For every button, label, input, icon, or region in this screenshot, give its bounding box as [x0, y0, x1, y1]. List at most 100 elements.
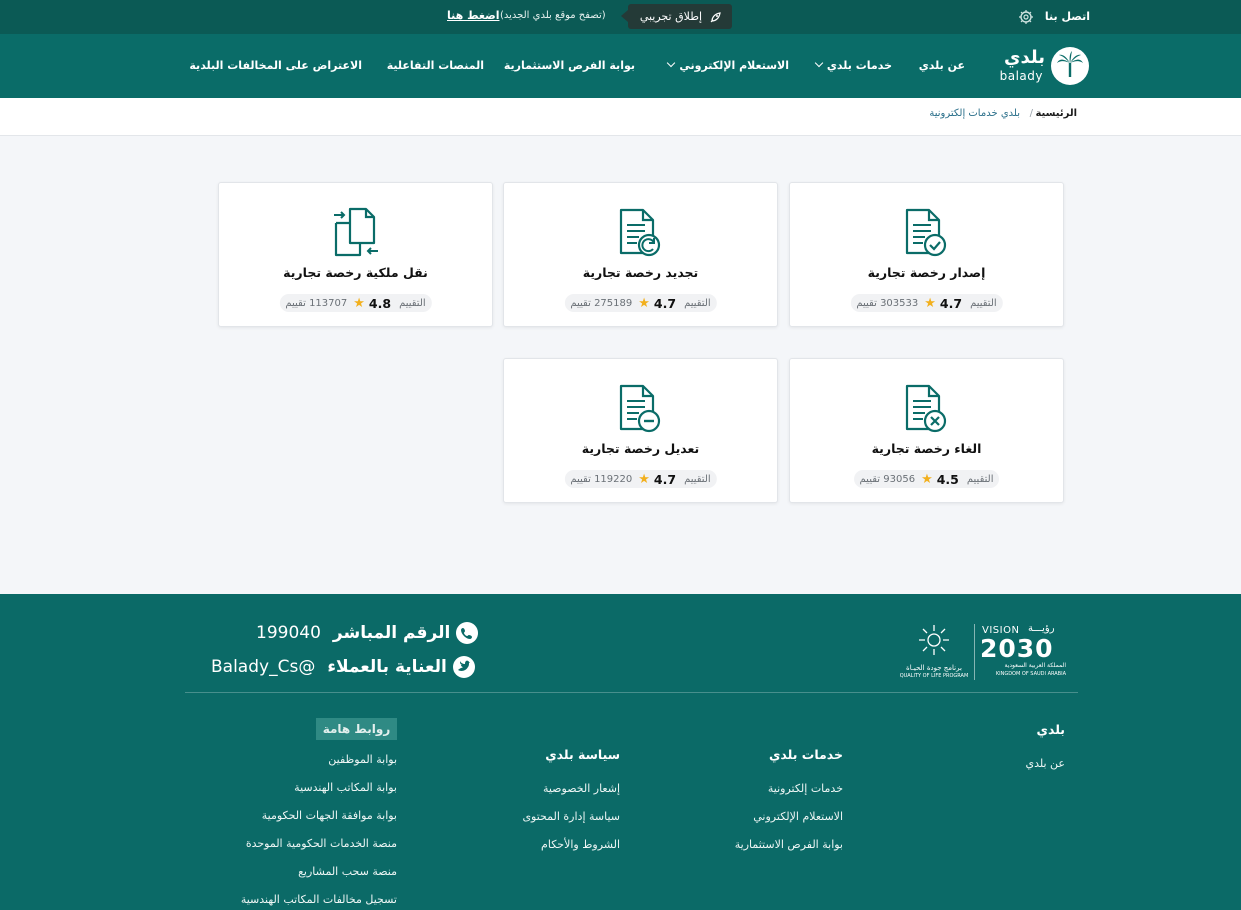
document-cancel-icon: [905, 384, 946, 433]
card-title: تعديل رخصة تجارية: [581, 441, 700, 456]
vision-2030-logos: برنامج جودة الحيـاة QUALITY OF LIFE PROG…: [896, 622, 1068, 682]
top-bar: اتصل بنا إطلاق تجريبي (تصفح موقع بلدي ال…: [0, 0, 1241, 34]
vision-year: 2030: [980, 634, 1054, 663]
qol-english: QUALITY OF LIFE PROGRAM: [899, 673, 969, 679]
star-icon: ★: [924, 295, 936, 311]
customer-care-handle: @Balady_Cs: [211, 657, 316, 677]
nav-investment-portal[interactable]: بوابة الفرص الاستثمارية: [504, 59, 635, 72]
nav-balady-services-label: خدمات بلدي: [826, 59, 892, 72]
card-title: الغاء رخصة تجارية: [871, 441, 982, 456]
footer-heading-services: خدمات بلدي: [768, 747, 843, 762]
card-title: نقل ملكية رخصة تجارية: [283, 265, 428, 280]
vision-arabic: رؤيـــة: [1028, 623, 1055, 634]
footer-link-engineering-offices[interactable]: بوابة المكاتب الهندسية: [294, 781, 397, 794]
rating-value: 4.7: [653, 471, 677, 487]
rating-pill: التقييم 4.5 ★ 93056 تقييم: [853, 470, 1000, 488]
rating-pill: التقييم 4.7 ★ 275189 تقييم: [564, 294, 717, 312]
rating-count: 303533 تقييم: [856, 297, 919, 309]
footer-link-about[interactable]: عن بلدي: [1025, 757, 1065, 770]
star-icon: ★: [921, 471, 933, 487]
rating-value: 4.5: [936, 471, 959, 487]
card-title: تجديد رخصة تجارية: [582, 265, 699, 280]
hotline-row[interactable]: الرقم المباشر 199040: [256, 622, 479, 644]
breadcrumb-current: بلدي خدمات إلكترونية: [929, 108, 1020, 119]
nav-e-inquiry-label: الاستعلام الإلكتروني: [679, 59, 789, 72]
rating-value: 4.8: [368, 295, 392, 311]
twitter-icon: [452, 656, 475, 678]
nav-e-inquiry[interactable]: الاستعلام الإلكتروني: [667, 58, 789, 72]
click-here-link[interactable]: اضغط هنا: [447, 9, 499, 22]
rating-value: 4.7: [653, 295, 677, 311]
rating-count: 113707 تقييم: [285, 297, 348, 309]
footer-link-gov-approval[interactable]: بوابة موافقة الجهات الحكومية: [262, 809, 397, 822]
card-title: إصدار رخصة تجارية: [867, 265, 986, 280]
footer-heading-policy: سياسة بلدي: [545, 747, 620, 762]
rating-label: التقييم: [684, 297, 711, 309]
logo-english-text: balady: [999, 69, 1043, 83]
contact-us-link[interactable]: اتصل بنا: [1045, 10, 1090, 23]
footer-heading-important: روابط هامة: [316, 718, 397, 740]
nav-violations-objection[interactable]: الاعتراض على المخالفات البلدية: [189, 59, 362, 72]
beta-note: (تصفح موقع بلدي الجديد): [500, 10, 606, 21]
footer-link-privacy[interactable]: إشعار الخصوصية: [543, 782, 620, 795]
service-card-issue-license[interactable]: إصدار رخصة تجارية التقييم 4.7 ★ 303533 ت…: [789, 182, 1064, 327]
nav-balady-services[interactable]: خدمات بلدي: [814, 58, 892, 72]
star-icon: ★: [638, 295, 650, 311]
rating-value: 4.7: [939, 295, 963, 311]
hotline-number: 199040: [256, 623, 321, 643]
kingdom-arabic: المملكة العربية السعودية: [1004, 662, 1066, 669]
service-card-renew-license[interactable]: تجديد رخصة تجارية التقييم 4.7 ★ 275189 ت…: [503, 182, 778, 327]
rating-count: 275189 تقييم: [570, 297, 633, 309]
footer-link-office-violations[interactable]: تسجيل مخالفات المكاتب الهندسية: [241, 893, 397, 906]
logo-divider: [974, 624, 975, 680]
document-minus-icon: [619, 384, 660, 433]
breadcrumb: الرئيسية / بلدي خدمات إلكترونية: [0, 98, 1241, 136]
main-nav: بلدي balady عن بلدي خدمات بلدي الاستعلام…: [0, 34, 1241, 98]
rating-count: 119220 تقييم: [570, 473, 633, 485]
rating-label: التقييم: [684, 473, 711, 485]
footer-link-content-policy[interactable]: سياسة إدارة المحتوى: [522, 810, 620, 823]
breadcrumb-separator: /: [1029, 108, 1033, 119]
star-icon: ★: [353, 295, 365, 311]
service-card-transfer-license[interactable]: نقل ملكية رخصة تجارية التقييم 4.8 ★ 1137…: [218, 182, 493, 327]
footer-heading-balady: بلدي: [1036, 722, 1065, 737]
beta-launch-badge[interactable]: إطلاق تجريبي: [621, 4, 732, 29]
document-transfer-icon: [333, 207, 378, 257]
rating-label: التقييم: [970, 297, 997, 309]
footer-link-terms[interactable]: الشروط والأحكام: [541, 838, 620, 851]
footer-link-unified-gov[interactable]: منصة الخدمات الحكومية الموحدة: [246, 837, 397, 850]
service-card-modify-license[interactable]: تعديل رخصة تجارية التقييم 4.7 ★ 119220 ت…: [503, 358, 778, 503]
nav-interactive-platforms[interactable]: المنصات التفاعلية: [387, 59, 484, 72]
qol-arabic: برنامج جودة الحيـاة: [906, 664, 962, 672]
footer: الرقم المباشر 199040 العناية بالعملاء @B…: [0, 594, 1241, 910]
rating-label: التقييم: [399, 297, 426, 309]
rating-pill: التقييم 4.7 ★ 303533 تقييم: [850, 294, 1003, 312]
footer-link-project-withdrawal[interactable]: منصة سحب المشاريع: [298, 865, 397, 878]
rating-label: التقييم: [966, 473, 994, 485]
rating-count: 93056 تقييم: [859, 473, 916, 485]
logo-arabic-text: بلدي: [1003, 47, 1045, 68]
beta-launch-label: إطلاق تجريبي: [639, 10, 702, 23]
kingdom-english: KINGDOM OF SAUDI ARABIA: [995, 671, 1066, 677]
footer-link-e-services[interactable]: خدمات إلكترونية: [768, 782, 843, 795]
palm-emblem-icon: [1051, 47, 1089, 85]
footer-link-e-inquiry[interactable]: الاستعلام الإلكتروني: [753, 810, 843, 823]
rating-pill: التقييم 4.7 ★ 119220 تقييم: [564, 470, 717, 488]
hotline-label: الرقم المباشر: [332, 623, 451, 643]
rating-pill: التقييم 4.8 ★ 113707 تقييم: [279, 294, 432, 312]
phone-icon: [456, 622, 479, 644]
footer-divider: [185, 692, 1078, 693]
service-card-cancel-license[interactable]: الغاء رخصة تجارية التقييم 4.5 ★ 93056 تق…: [789, 358, 1064, 503]
document-renew-icon: [619, 208, 660, 257]
balady-logo[interactable]: بلدي balady: [993, 44, 1089, 88]
breadcrumb-home[interactable]: الرئيسية: [1035, 108, 1077, 119]
footer-link-investment[interactable]: بوابة الفرص الاستثمارية: [735, 838, 843, 851]
chevron-down-icon: [667, 58, 676, 68]
gear-icon[interactable]: [1018, 9, 1034, 25]
customer-care-row[interactable]: العناية بالعملاء @Balady_Cs: [211, 656, 475, 678]
chevron-down-icon: [814, 58, 824, 68]
rocket-icon: [710, 12, 721, 23]
footer-link-employees[interactable]: بوابة الموظفين: [328, 753, 397, 766]
nav-about-balady[interactable]: عن بلدي: [919, 59, 965, 72]
customer-care-label: العناية بالعملاء: [327, 657, 447, 677]
